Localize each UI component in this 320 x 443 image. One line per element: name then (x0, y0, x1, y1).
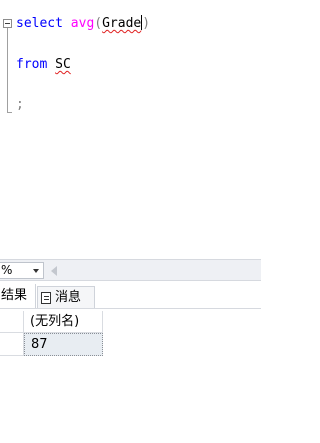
semicolon: ; (16, 97, 24, 112)
table-row: 87 (0, 333, 103, 356)
column-header[interactable]: (无列名) (24, 311, 103, 333)
tab-results-label: 结果 (1, 288, 28, 303)
open-paren: ( (94, 16, 103, 31)
scroll-left-icon[interactable] (51, 266, 57, 276)
query-editor[interactable]: select avg(Grade) from SC ; (0, 0, 261, 258)
keyword-from: from (16, 57, 48, 72)
row-number[interactable] (0, 333, 24, 356)
fold-guide-end (7, 112, 12, 113)
editor-status-strip: % (0, 259, 261, 281)
result-tabs: 结果 消息 (0, 283, 261, 309)
tab-results[interactable]: 结果 (0, 284, 36, 308)
table-sc: SC (55, 57, 71, 72)
code-line-3[interactable]: ; (16, 96, 24, 113)
column-grade: Grade (102, 16, 142, 31)
function-avg: avg (70, 16, 95, 31)
zoom-dropdown[interactable]: % (0, 262, 44, 279)
tab-messages-label: 消息 (55, 290, 82, 305)
code-line-2[interactable]: from SC (16, 56, 71, 73)
zoom-value: % (1, 263, 13, 277)
grid-header-row: (无列名) (0, 311, 103, 333)
chevron-down-icon (33, 269, 39, 273)
close-paren: ) (142, 16, 151, 31)
keyword-select: select (16, 16, 63, 31)
fold-guide (7, 28, 8, 113)
code-line-1[interactable]: select avg(Grade) (16, 15, 150, 32)
row-number-header[interactable] (0, 311, 24, 333)
result-cell[interactable]: 87 (24, 333, 103, 356)
tab-messages[interactable]: 消息 (37, 286, 95, 308)
messages-icon (41, 292, 51, 304)
collapse-icon[interactable] (3, 19, 12, 28)
